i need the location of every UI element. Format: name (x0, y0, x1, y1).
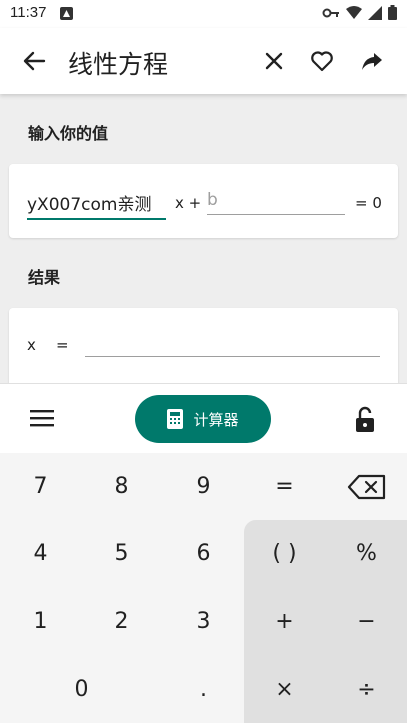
calculator-button[interactable]: 计算器 (135, 395, 271, 443)
status-time: 11:37 (10, 4, 47, 21)
result-card: x = (9, 308, 398, 388)
vpn-key-icon (322, 8, 339, 17)
key-1[interactable]: 1 (0, 588, 81, 655)
key-5[interactable]: 5 (81, 520, 162, 587)
menu-icon[interactable] (30, 407, 54, 429)
equals-zero-label: = 0 (355, 194, 382, 212)
key-3[interactable]: 3 (163, 588, 244, 655)
backspace-icon (347, 474, 385, 499)
status-bar: 11:37 (0, 0, 407, 28)
keyboard-toolbar: 计算器 (0, 383, 407, 453)
key-parentheses[interactable]: ( ) (244, 520, 325, 587)
wifi-icon (346, 5, 362, 19)
x-plus-label: x + (175, 194, 202, 212)
back-arrow-icon[interactable] (20, 47, 48, 75)
status-icons (322, 5, 397, 20)
unlock-icon[interactable] (354, 406, 376, 432)
key-decimal[interactable]: . (163, 656, 244, 723)
constant-b-input[interactable]: b (207, 190, 345, 215)
key-8[interactable]: 8 (81, 453, 162, 520)
key-divide[interactable]: ÷ (326, 656, 407, 723)
calculator-icon (167, 409, 184, 429)
key-0[interactable]: 0 (41, 656, 122, 723)
key-9[interactable]: 9 (163, 453, 244, 520)
battery-icon (388, 5, 397, 20)
notification-icon (60, 7, 73, 20)
result-x-label: x (27, 336, 36, 354)
key-7[interactable]: 7 (0, 453, 81, 520)
input-section-label: 输入你的值 (28, 124, 109, 143)
key-minus[interactable]: − (326, 588, 407, 655)
coefficient-a-input[interactable]: yX007com亲测 (27, 190, 166, 220)
key-4[interactable]: 4 (0, 520, 81, 587)
key-multiply[interactable]: × (244, 656, 325, 723)
app-bar: 线性方程 (0, 28, 407, 94)
backspace-key[interactable] (326, 453, 407, 520)
favorite-heart-icon[interactable] (308, 47, 336, 75)
close-icon[interactable] (260, 47, 288, 75)
key-plus[interactable]: + (244, 588, 325, 655)
calculator-button-label: 计算器 (193, 410, 239, 429)
signal-icon (368, 5, 382, 20)
equation-input-card: yX007com亲测 x + b = 0 (9, 164, 398, 238)
result-equals-label: = (56, 336, 69, 354)
share-arrow-icon[interactable] (358, 47, 386, 75)
result-section-label: 结果 (28, 268, 61, 287)
result-value-field (85, 356, 380, 357)
key-6[interactable]: 6 (163, 520, 244, 587)
keypad: 7 8 9 = 4 5 6 ( ) % 1 2 3 + − 0 . × ÷ (0, 453, 407, 723)
key-2[interactable]: 2 (81, 588, 162, 655)
key-percent[interactable]: % (326, 520, 407, 587)
key-equals[interactable]: = (244, 453, 325, 520)
page-title: 线性方程 (68, 50, 169, 79)
